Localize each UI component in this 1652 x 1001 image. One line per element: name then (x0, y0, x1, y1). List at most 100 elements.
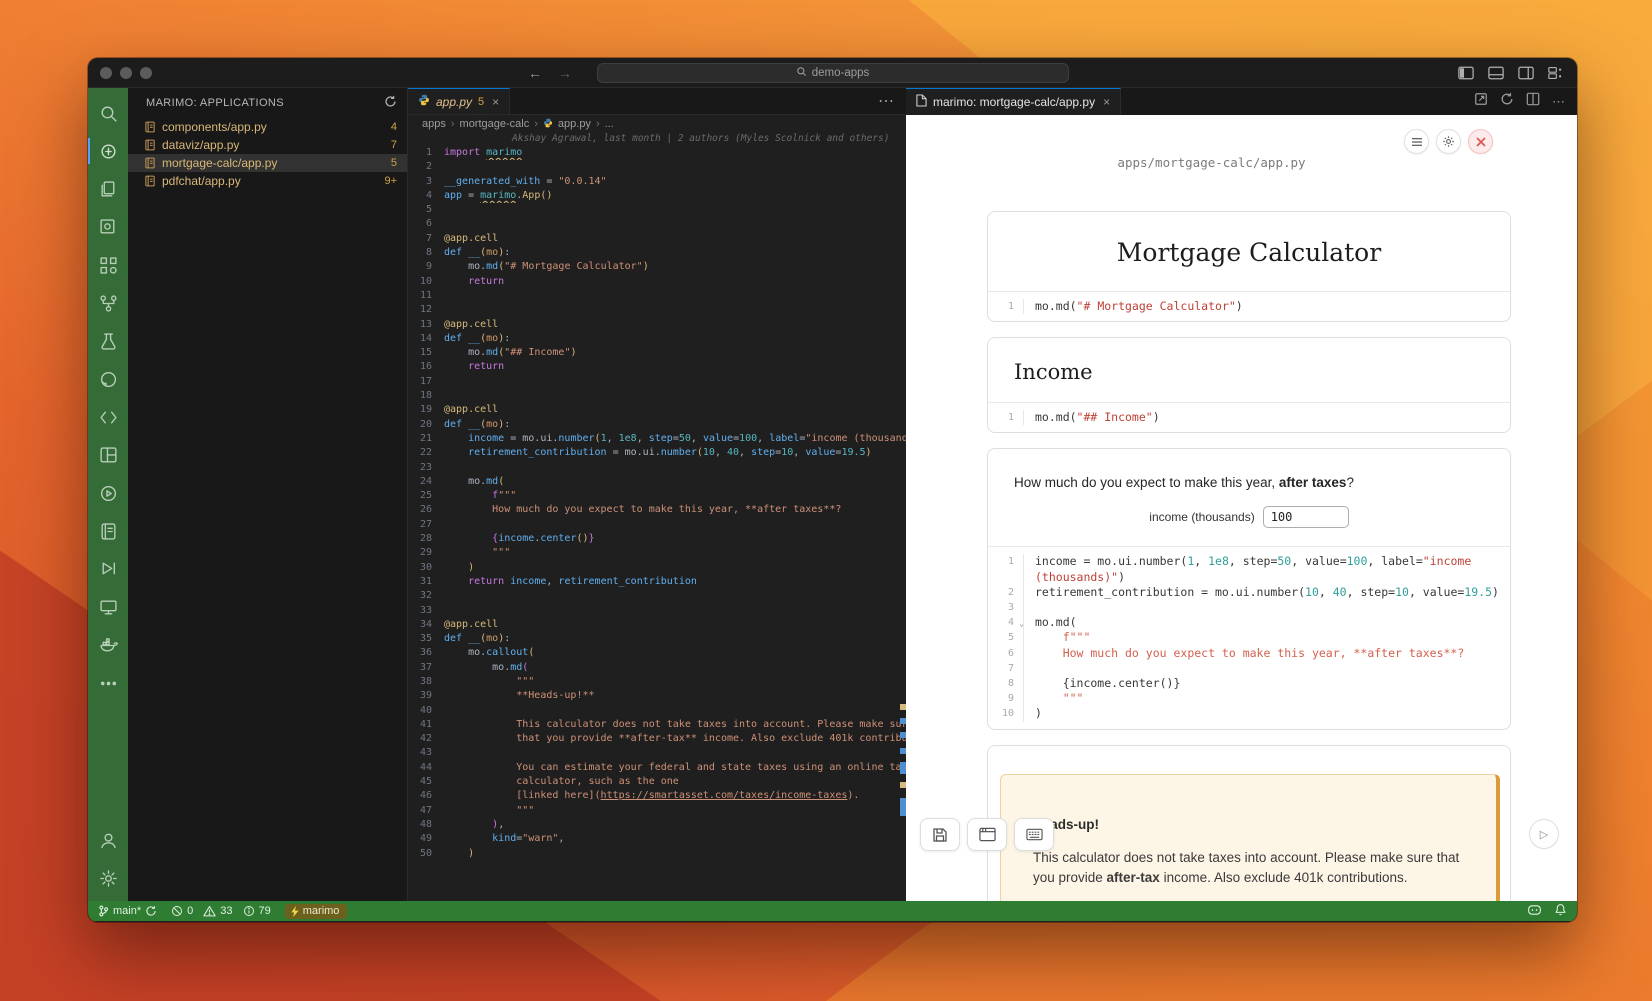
toggle-sidebar-icon[interactable] (1458, 66, 1474, 80)
problems-status[interactable]: 0 33 79 (171, 905, 271, 917)
tab-close-icon[interactable]: × (1103, 95, 1110, 109)
code-line[interactable]: 30 ) (408, 561, 906, 575)
layout-icon[interactable] (88, 436, 128, 474)
shutdown-close-icon[interactable] (1468, 129, 1493, 154)
pipeline-icon[interactable] (88, 284, 128, 322)
toggle-panel-icon[interactable] (1488, 66, 1504, 80)
code-line[interactable]: 4app = marimo.App() (408, 189, 906, 203)
marimo-status-badge[interactable]: marimo (285, 904, 348, 919)
code-line[interactable]: 42 that you provide **after-tax** income… (408, 732, 906, 746)
nav-back-icon[interactable]: ← (528, 65, 542, 81)
code-line[interactable]: 32 (408, 589, 906, 603)
code-line[interactable]: 12 (408, 303, 906, 317)
zoom-window-button[interactable] (140, 67, 152, 79)
devices-icon[interactable] (88, 588, 128, 626)
breadcrumb-item[interactable]: mortgage-calc (460, 118, 530, 130)
code-line[interactable]: 20def __(mo): (408, 418, 906, 432)
code-line[interactable]: 44 You can estimate your federal and sta… (408, 761, 906, 775)
code-line[interactable]: 13@app.cell (408, 318, 906, 332)
code-line[interactable]: 50 ) (408, 847, 906, 861)
code-line[interactable]: 23 (408, 461, 906, 475)
code-line[interactable]: 7@app.cell (408, 232, 906, 246)
notebook-icon[interactable] (88, 512, 128, 550)
code-line[interactable]: 40 (408, 704, 906, 718)
more-icon[interactable] (88, 664, 128, 702)
code-line[interactable]: 49 kind="warn", (408, 832, 906, 846)
git-branch-status[interactable]: main* (98, 905, 157, 917)
code-line[interactable]: 31 return income, retirement_contributio… (408, 575, 906, 589)
code-line[interactable]: 15 mo.md("## Income") (408, 346, 906, 360)
code-line[interactable]: 27 (408, 518, 906, 532)
breadcrumb-item[interactable]: ... (605, 118, 614, 130)
code-line[interactable]: 29 """ (408, 546, 906, 560)
flask-icon[interactable] (88, 322, 128, 360)
nav-forward-icon[interactable]: → (558, 65, 572, 81)
code-line[interactable]: 47 """ (408, 804, 906, 818)
split-editor-icon[interactable] (1526, 92, 1540, 111)
toggle-secondary-sidebar-icon[interactable] (1518, 66, 1534, 80)
settings-icon[interactable] (88, 859, 128, 897)
save-icon[interactable] (920, 818, 960, 851)
account-icon[interactable] (88, 821, 128, 859)
browser-window-icon[interactable] (967, 818, 1007, 851)
code-line[interactable]: 26 How much do you expect to make this y… (408, 503, 906, 517)
run-icon[interactable] (88, 550, 128, 588)
code-line[interactable]: 34@app.cell (408, 618, 906, 632)
tab-marimo-preview[interactable]: marimo: mortgage-calc/app.py × (906, 88, 1121, 115)
code-line[interactable]: 24 mo.md( (408, 475, 906, 489)
code-line[interactable]: 16 return (408, 360, 906, 374)
sidebar-item-pdfchat-app-py[interactable]: pdfchat/app.py9+ (128, 172, 407, 190)
code-line[interactable]: 11 (408, 289, 906, 303)
code-line[interactable]: 48 ), (408, 818, 906, 832)
more-actions-icon[interactable]: ⋯ (1552, 94, 1565, 110)
gear-icon[interactable] (1436, 129, 1461, 154)
breadcrumb-item[interactable]: apps (422, 118, 446, 130)
play-circle-icon[interactable] (88, 474, 128, 512)
customize-layout-icon[interactable] (1548, 66, 1563, 80)
code-line[interactable]: 21 income = mo.ui.number(1, 1e8, step=50… (408, 432, 906, 446)
code-line[interactable]: 39 **Heads-up!** (408, 689, 906, 703)
code-icon[interactable] (88, 398, 128, 436)
editor-more-actions-icon[interactable]: ⋯ (878, 91, 894, 111)
code-line[interactable]: 18 (408, 389, 906, 403)
code-line[interactable]: 46 [linked here](https://smartasset.com/… (408, 789, 906, 803)
code-line[interactable]: 22 retirement_contribution = mo.ui.numbe… (408, 446, 906, 460)
code-line[interactable]: 43 (408, 746, 906, 760)
marimo-icon[interactable] (88, 132, 128, 170)
bell-icon[interactable] (1554, 903, 1567, 919)
menu-icon[interactable] (1404, 129, 1429, 154)
breadcrumb[interactable]: apps›mortgage-calc›app.py›... (408, 115, 906, 133)
code-line[interactable]: 10 return (408, 275, 906, 289)
code-line[interactable]: 6 (408, 217, 906, 231)
sidebar-item-dataviz-app-py[interactable]: dataviz/app.py7 (128, 136, 407, 154)
sidebar-item-components-app-py[interactable]: components/app.py4 (128, 118, 407, 136)
github-icon[interactable] (88, 360, 128, 398)
search-icon[interactable] (88, 94, 128, 132)
code-line[interactable]: 8def __(mo): (408, 246, 906, 260)
code-line[interactable]: 37 mo.md( (408, 661, 906, 675)
tab-close-icon[interactable]: × (492, 95, 499, 109)
fold-chevron-icon[interactable]: ⌄ (1019, 616, 1024, 631)
code-line[interactable]: 38 """ (408, 675, 906, 689)
code-line[interactable]: 36 mo.callout( (408, 646, 906, 660)
code-line[interactable]: 1import marimo (408, 146, 906, 160)
tab-app-py[interactable]: app.py 5 × (408, 88, 510, 114)
reload-icon[interactable] (1500, 92, 1514, 111)
income-number-input[interactable] (1263, 506, 1349, 528)
copilot-icon[interactable] (1527, 904, 1542, 919)
command-center-search[interactable]: demo-apps (597, 63, 1069, 83)
traffic-lights[interactable] (88, 67, 152, 79)
code-line[interactable]: 9 mo.md("# Mortgage Calculator") (408, 260, 906, 274)
code-line[interactable]: 17 (408, 375, 906, 389)
code-line[interactable]: 25 f""" (408, 489, 906, 503)
keyboard-icon[interactable] (1014, 818, 1054, 851)
run-cell-play-icon[interactable]: ▷ (1529, 819, 1559, 849)
code-line[interactable]: 3__generated_with = "0.0.14" (408, 175, 906, 189)
code-line[interactable]: 2 (408, 160, 906, 174)
components-icon[interactable] (88, 246, 128, 284)
files-icon[interactable] (88, 170, 128, 208)
code-editor[interactable]: 1import marimo23__generated_with = "0.0.… (408, 146, 906, 901)
docker-icon[interactable] (88, 626, 128, 664)
close-window-button[interactable] (100, 67, 112, 79)
preview-icon[interactable] (88, 208, 128, 246)
